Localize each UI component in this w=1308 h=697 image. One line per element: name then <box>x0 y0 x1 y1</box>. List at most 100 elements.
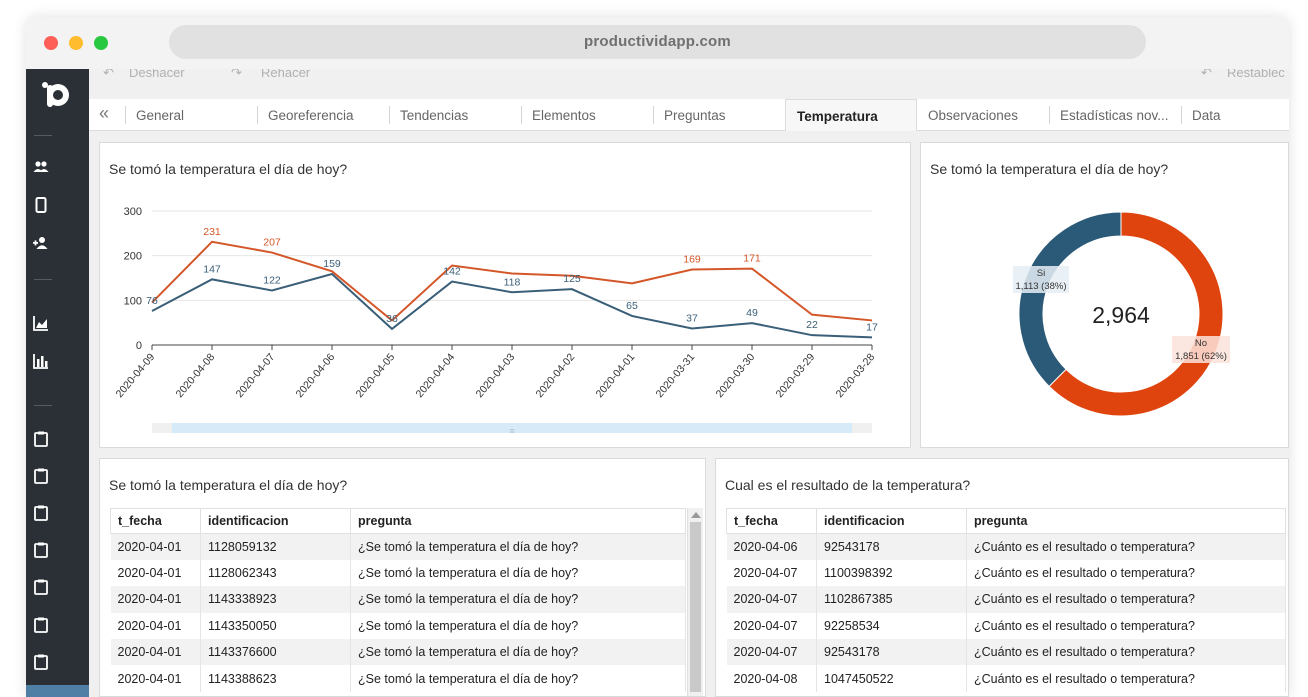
donut-slice-si[interactable] <box>1018 211 1122 388</box>
undo-button[interactable]: Deshacer <box>129 69 185 80</box>
app-logo[interactable] <box>38 77 74 113</box>
minimize-window-button[interactable] <box>69 36 83 50</box>
edit-toolbar: ↶ Deshacer ↷ Rehacer ↶ Restablec <box>89 69 1289 81</box>
sidebar-divider <box>34 279 52 280</box>
table-cell: ¿Cuánto es el resultado o temperatura? <box>966 533 1286 560</box>
table-cell: ¿Cuánto es el resultado o temperatura? <box>966 559 1286 587</box>
sheet-tabs: « General Georeferencia Tendencias Eleme… <box>89 99 1289 131</box>
user-add-icon[interactable] <box>32 235 50 253</box>
app-body: ↶ Deshacer ↷ Rehacer ↶ Restablec « Gener… <box>26 69 1289 697</box>
phone-icon[interactable] <box>32 197 50 215</box>
data-label: 169 <box>683 254 701 266</box>
table1-header-pregunta[interactable]: pregunta <box>350 508 686 534</box>
bar-chart-icon[interactable] <box>32 353 50 371</box>
table-cell: 2020-04-01 <box>110 559 201 587</box>
tab-data[interactable]: Data <box>1181 99 1281 131</box>
table2-title: Cual es el resultado de la temperatura? <box>725 477 971 493</box>
tab-estadisticas[interactable]: Estadísticas nov... <box>1049 99 1181 131</box>
address-bar[interactable]: productividapp.com <box>169 25 1146 59</box>
x-tick-label: 2020-04-04 <box>414 351 458 400</box>
table-row[interactable]: 2020-04-01 1143388623 ¿Se tomó la temperat… <box>110 665 686 692</box>
tab-general[interactable]: General <box>125 99 257 131</box>
tab-temperatura[interactable]: Temperatura <box>785 99 917 131</box>
table-cell: 2020-04-01 <box>110 665 201 692</box>
data-label: 122 <box>263 275 281 287</box>
clipboard-icon[interactable] <box>32 654 50 672</box>
table-row[interactable]: 2020-04-01 1143350050 ¿Se tomó la temperat… <box>110 612 686 640</box>
table-row[interactable]: 2020-04-07 92543178 ¿Cuánto es el resultad… <box>726 639 1286 666</box>
data-label: 49 <box>746 307 758 319</box>
clipboard-icon[interactable] <box>32 431 50 449</box>
clipboard-icon[interactable] <box>32 617 50 635</box>
table-row[interactable]: 2020-04-07 92258534 ¿Cuánto es el resultad… <box>726 612 1286 640</box>
scroll-up-icon[interactable] <box>691 512 701 518</box>
table-cell: 2020-04-08 <box>726 665 817 692</box>
table-row[interactable]: 2020-04-01 1143338923 ¿Se tomó la temperat… <box>110 586 686 613</box>
tab-tendencias[interactable]: Tendencias <box>389 99 521 131</box>
table-row[interactable]: 2020-04-07 1102867385 ¿Cuánto es el result… <box>726 586 1286 613</box>
table-cell: 2020-04-07 <box>726 639 817 666</box>
data-label: 65 <box>626 300 638 312</box>
x-tick-label: 2020-04-05 <box>354 351 398 400</box>
donut-total: 2,964 <box>1092 302 1150 328</box>
redo-button[interactable]: Rehacer <box>261 69 310 80</box>
y-tick-label: 100 <box>124 295 142 307</box>
table-cell: 1143376600 <box>200 639 351 666</box>
slice-label-value: 1,851 (62%) <box>1175 351 1227 362</box>
maximize-window-button[interactable] <box>94 36 108 50</box>
x-tick-label: 2020-03-30 <box>714 351 758 400</box>
donut-chart: 2,964 Si 1,113 (38%) No 1,851 (62%) <box>1013 211 1230 417</box>
data-label: 159 <box>323 258 341 270</box>
table-row[interactable]: 2020-04-06 92543178 ¿Cuánto es el resultad… <box>726 533 1286 560</box>
tab-observaciones[interactable]: Observaciones <box>917 99 1049 131</box>
table-row[interactable]: 2020-04-08 1047450522 ¿Cuánto es el result… <box>726 665 1286 692</box>
tab-elementos[interactable]: Elementos <box>521 99 653 131</box>
table1-header-fecha[interactable]: t_fecha <box>110 508 201 534</box>
x-tick-label: 2020-03-31 <box>654 351 698 400</box>
table1-header-identificacion[interactable]: identificacion <box>200 508 351 534</box>
table-cell: 2020-04-01 <box>110 639 201 666</box>
x-tick-label: 2020-04-09 <box>114 351 158 400</box>
table-row[interactable]: 2020-04-01 1128062343 ¿Se tomó la temperat… <box>110 559 686 587</box>
reset-button[interactable]: Restablec <box>1227 69 1285 80</box>
range-slider-grip-icon[interactable]: ≡ <box>509 426 514 433</box>
table1-title: Se tomó la temperatura el día de hoy? <box>109 477 348 493</box>
chevron-double-left-icon[interactable]: « <box>99 103 109 124</box>
tab-georeferencia[interactable]: Georeferencia <box>257 99 389 131</box>
table-cell: 1128062343 <box>200 559 351 587</box>
table-cell: 1047450522 <box>816 665 967 692</box>
table2-header-identificacion[interactable]: identificacion <box>816 508 967 534</box>
table2-panel: Cual es el resultado de la temperatura? … <box>715 458 1289 697</box>
table-cell: 1143388623 <box>200 665 351 692</box>
users-icon[interactable] <box>32 159 50 177</box>
undo-icon[interactable]: ↶ <box>103 69 114 81</box>
table-cell: 92258534 <box>816 612 967 640</box>
table-row[interactable]: 2020-04-01 1143376600 ¿Se tomó la temperat… <box>110 639 686 666</box>
table2-header-fecha[interactable]: t_fecha <box>726 508 817 534</box>
clipboard-icon[interactable] <box>32 542 50 560</box>
slice-label-value: 1,113 (38%) <box>1015 281 1066 292</box>
reset-icon[interactable]: ↶ <box>1201 69 1212 81</box>
table-cell: 2020-04-01 <box>110 586 201 613</box>
table-row[interactable]: 2020-04-01 1128059132 ¿Se tomó la temperat… <box>110 533 686 560</box>
x-tick-label: 2020-04-08 <box>174 351 218 400</box>
table1-scroll-thumb[interactable] <box>690 522 701 692</box>
tab-preguntas[interactable]: Preguntas <box>653 99 785 131</box>
data-label: 118 <box>504 276 521 288</box>
table-cell: ¿Cuánto es el resultado o temperatura? <box>966 586 1286 613</box>
redo-icon[interactable]: ↷ <box>231 69 242 81</box>
x-tick-label: 2020-04-03 <box>474 351 518 400</box>
table-cell: ¿Se tomó la temperatura el día de hoy? <box>350 586 686 613</box>
clipboard-icon[interactable] <box>32 468 50 486</box>
clipboard-icon[interactable] <box>32 579 50 597</box>
table1: t_fecha identificacion pregunta 2020-04-… <box>110 508 686 692</box>
table-cell: 2020-04-07 <box>726 559 817 587</box>
x-tick-label: 2020-04-07 <box>234 351 278 400</box>
table2-header-pregunta[interactable]: pregunta <box>966 508 1286 534</box>
area-chart-icon[interactable] <box>32 315 50 333</box>
dashboard-content: ↶ Deshacer ↷ Rehacer ↶ Restablec « Gener… <box>89 69 1289 697</box>
table-row[interactable]: 2020-04-07 1100398392 ¿Cuánto es el result… <box>726 559 1286 587</box>
table1-scrollbar[interactable] <box>687 508 703 696</box>
close-window-button[interactable] <box>44 36 58 50</box>
clipboard-icon[interactable] <box>32 505 50 523</box>
